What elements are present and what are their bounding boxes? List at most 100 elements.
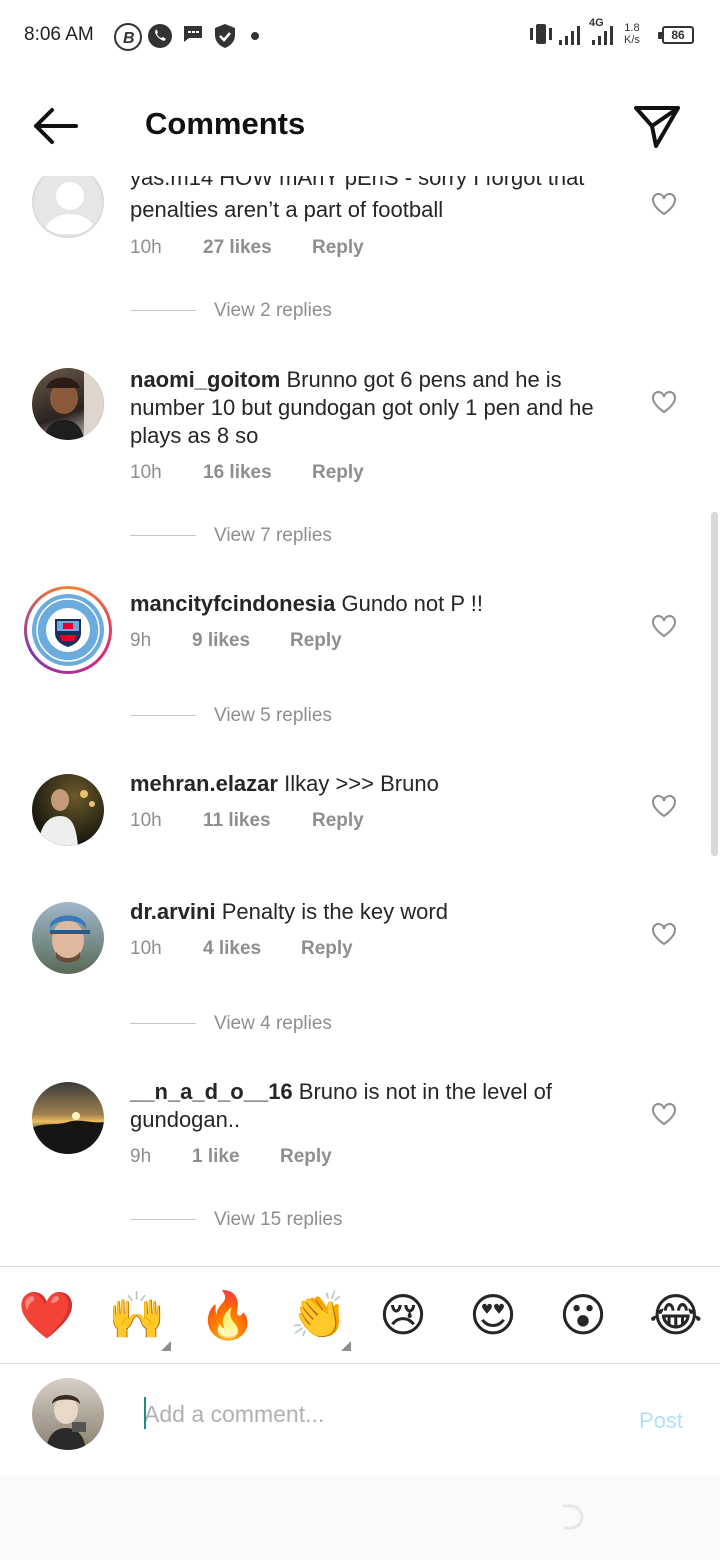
comment-meta: 10h 11 likes Reply: [130, 810, 364, 832]
comment-composer: Post: [0, 1364, 720, 1476]
comment-time: 9h: [130, 1146, 152, 1167]
manchester-city-crest-icon: [32, 594, 104, 666]
skin-tone-indicator-icon: [341, 1341, 351, 1351]
avatar[interactable]: [32, 176, 104, 238]
arrow-left-icon[interactable]: [28, 102, 84, 150]
avatar[interactable]: [32, 902, 104, 974]
emoji-reaction-bar: ❤️ 🙌 🔥 👏 😢 😍 😮 😂: [0, 1266, 720, 1364]
comment-list[interactable]: yas.m14 HOW mAnY pEnS - sorry I forgot t…: [0, 176, 720, 1264]
comment-likes[interactable]: 1 like: [192, 1146, 280, 1168]
shield-check-icon: [215, 24, 235, 48]
divider-line: [130, 310, 196, 312]
page-title: Comments: [145, 106, 306, 141]
divider-line: [130, 1219, 196, 1221]
heart-icon[interactable]: [651, 192, 677, 216]
comment-input[interactable]: [144, 1394, 614, 1434]
heart-icon[interactable]: [651, 1102, 677, 1126]
comment-meta: 10h 27 likes Reply: [130, 237, 364, 259]
raising-hands-emoji[interactable]: 🙌: [108, 1285, 165, 1345]
comment-time: 10h: [130, 462, 162, 483]
tears-of-joy-emoji[interactable]: 😂: [649, 1285, 703, 1345]
surprised-face-emoji[interactable]: 😮: [559, 1285, 607, 1345]
comment-username[interactable]: naomi_goitom: [130, 367, 280, 392]
heart-icon[interactable]: [651, 390, 677, 414]
comment-text: mancityfcindonesia Gundo not P !!: [130, 590, 610, 618]
comment-username[interactable]: dr.arvini: [130, 899, 216, 924]
comment-meta: 10h 16 likes Reply: [130, 462, 364, 484]
text-cursor: [144, 1397, 146, 1429]
comment-text-line-1: yas.m14 HOW mAnY pEnS - sorry I forgot t…: [130, 176, 585, 190]
scrollbar[interactable]: [711, 512, 718, 856]
status-time: 8:06 AM: [24, 24, 94, 45]
comment-text: __n_a_d_o__16 Bruno is not in the level …: [130, 1078, 610, 1134]
comment-time: 10h: [130, 810, 162, 831]
reply-button[interactable]: Reply: [301, 938, 353, 960]
avatar-story-ring[interactable]: [24, 586, 112, 674]
comment-username[interactable]: mancityfcindonesia: [130, 591, 335, 616]
view-replies-button[interactable]: View 4 replies: [130, 1013, 332, 1035]
comment-body: Ilkay >>> Bruno: [284, 771, 439, 796]
signal-bars-icon: [559, 26, 580, 45]
reply-button[interactable]: Reply: [312, 462, 364, 484]
comment-time: 9h: [130, 630, 152, 651]
assistant-icon[interactable]: [555, 1500, 589, 1534]
comment-time: 10h: [130, 237, 162, 258]
svg-text:B: B: [123, 30, 135, 47]
comment-meta: 9h 1 like Reply: [130, 1146, 332, 1168]
view-replies-button[interactable]: View 5 replies: [130, 705, 332, 727]
comment-time: 10h: [130, 938, 162, 959]
comment-text-line-2: penalties aren’t a part of football: [130, 197, 444, 222]
view-replies-button[interactable]: View 7 replies: [130, 525, 332, 547]
paper-plane-icon[interactable]: [630, 102, 684, 152]
avatar[interactable]: [32, 368, 104, 440]
heart-eyes-emoji[interactable]: 😍: [469, 1285, 517, 1345]
crying-face-emoji[interactable]: 😢: [379, 1285, 427, 1345]
divider-line: [130, 535, 196, 537]
sunset-photo-icon: [32, 1112, 104, 1154]
heart-icon[interactable]: [651, 794, 677, 818]
whatsapp-icon: [148, 24, 172, 48]
comment-meta: 10h 4 likes Reply: [130, 938, 353, 960]
profile-photo-icon: [46, 1395, 86, 1450]
comment-body: Gundo not P !!: [341, 591, 483, 616]
comment-likes[interactable]: 4 likes: [203, 938, 301, 960]
comment-text: naomi_goitom Brunno got 6 pens and he is…: [130, 366, 610, 450]
comment-text: mehran.elazar Ilkay >>> Bruno: [130, 770, 610, 798]
red-heart-emoji[interactable]: ❤️: [18, 1285, 75, 1345]
view-replies-button[interactable]: View 2 replies: [130, 300, 332, 322]
profile-photo-icon: [44, 368, 104, 440]
profile-photo-icon: [38, 789, 95, 846]
notification-dot-icon: [251, 32, 259, 40]
comment-body: Penalty is the key word: [221, 899, 448, 924]
heart-icon[interactable]: [651, 922, 677, 946]
post-button[interactable]: Post: [639, 1408, 683, 1434]
skin-tone-indicator-icon: [161, 1341, 171, 1351]
fire-emoji[interactable]: 🔥: [199, 1285, 256, 1345]
comment-likes[interactable]: 27 likes: [203, 237, 312, 259]
reply-button[interactable]: Reply: [312, 810, 364, 832]
status-bar: 8:06 AM B 4G 1.8 K/s 86: [0, 0, 720, 72]
profile-photo-icon: [50, 915, 90, 963]
comment-likes[interactable]: 11 likes: [203, 810, 312, 832]
avatar[interactable]: [32, 774, 104, 846]
clapping-hands-emoji[interactable]: 👏: [290, 1285, 347, 1345]
signal-bars-4g-icon: [592, 26, 613, 45]
comment-meta: 9h 9 likes Reply: [130, 630, 342, 652]
divider-line: [130, 1023, 196, 1025]
heart-icon[interactable]: [651, 614, 677, 638]
divider-line: [130, 715, 196, 717]
comment-username[interactable]: mehran.elazar: [130, 771, 278, 796]
battery-indicator: 86: [658, 26, 694, 44]
comment-likes[interactable]: 9 likes: [192, 630, 290, 652]
comments-header: Comments: [0, 72, 720, 176]
avatar[interactable]: [32, 1082, 104, 1154]
reply-button[interactable]: Reply: [280, 1146, 332, 1168]
reply-button[interactable]: Reply: [312, 237, 364, 259]
reply-button[interactable]: Reply: [290, 630, 342, 652]
comment-username[interactable]: __n_a_d_o__16: [130, 1079, 293, 1104]
b-app-icon: B: [114, 23, 142, 51]
comment-likes[interactable]: 16 likes: [203, 462, 312, 484]
default-avatar-icon: [44, 182, 96, 234]
view-replies-button[interactable]: View 15 replies: [130, 1209, 343, 1231]
message-icon: [184, 26, 202, 42]
